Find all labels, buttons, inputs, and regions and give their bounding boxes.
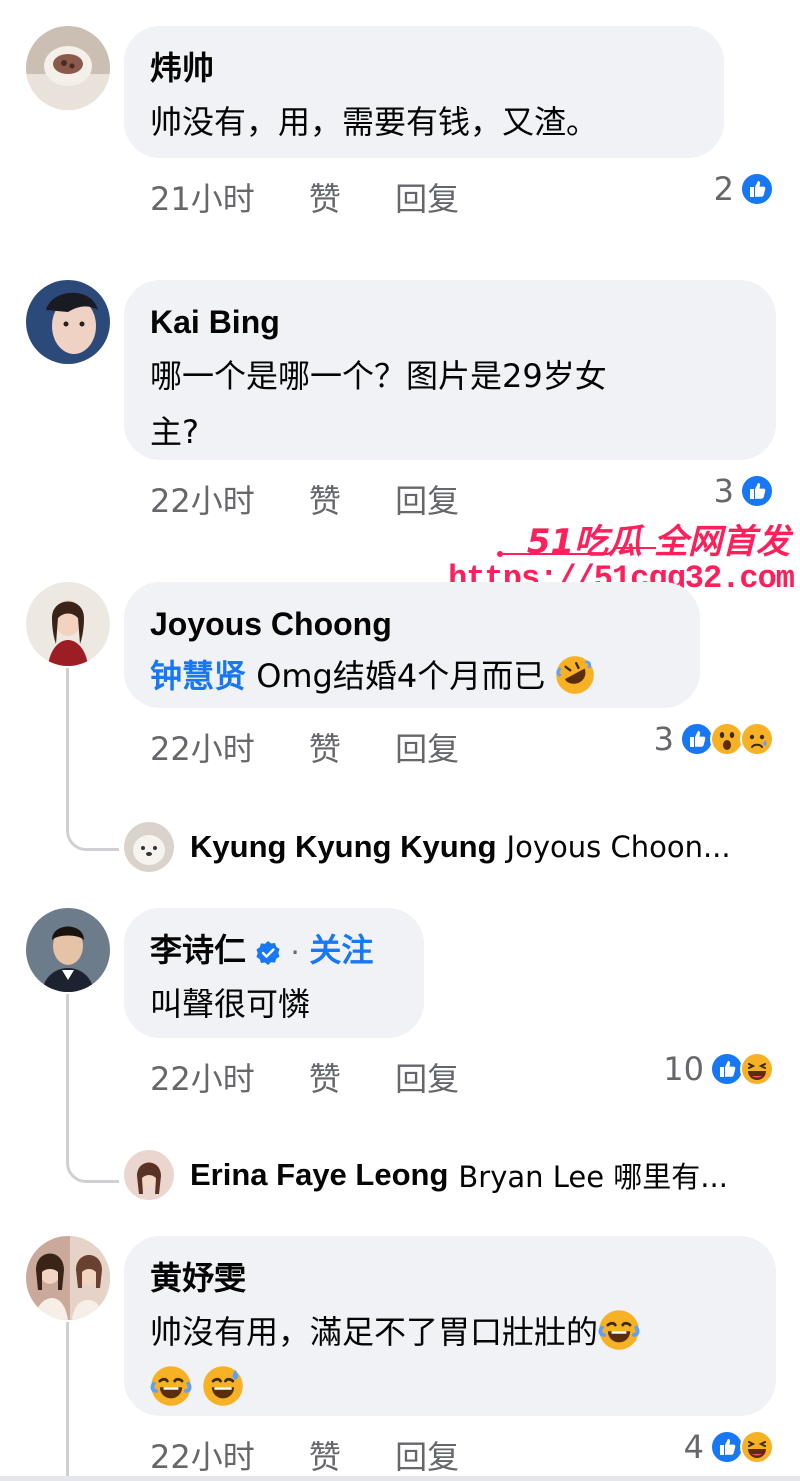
like-icon [740,474,774,508]
reaction-count: 10 [663,1050,704,1088]
reaction-summary[interactable]: 3 [714,472,774,510]
thread-line [66,1322,69,1476]
avatar[interactable] [26,582,110,666]
reply-button[interactable]: 回复 [395,724,459,770]
thread-elbow [66,816,119,851]
like-button[interactable]: 赞 [309,174,341,220]
like-button[interactable]: 赞 [309,476,341,522]
comment-time[interactable]: 22小时 [150,1432,255,1478]
avatar[interactable] [124,822,174,872]
comment-meta: 22小时 赞 回复 [150,1432,503,1478]
comment-bubble: Kai Bing 哪一个是哪一个？图片是29岁女 主? [124,280,776,460]
reply-button[interactable]: 回复 [395,1432,459,1478]
like-icon [740,172,774,206]
comment-text: 叫聲很可憐 [150,985,311,1023]
reaction-count: 3 [653,720,674,758]
like-icon [710,1430,744,1464]
comment-author[interactable]: Kai Bing [150,302,750,342]
comment-author[interactable]: 炜帅 [150,48,698,88]
comment-author[interactable]: 李诗仁 [150,932,246,968]
reaction-summary[interactable]: 3 [654,720,774,758]
avatar[interactable] [26,1236,110,1320]
reply-author[interactable]: Kyung Kyung Kyung [190,829,497,865]
rofl-emoji-icon [555,655,595,695]
comment-bubble: Joyous Choong 钟慧贤 Omg结婚4个月而已 [124,582,700,708]
comment-bubble: 炜帅 帅没有，用，需要有钱，又渣。 [124,26,724,158]
comment-author[interactable]: 黄妤雯 [150,1258,750,1298]
comment-author[interactable]: Joyous Choong [150,604,674,644]
haha-icon [740,1430,774,1464]
reaction-summary[interactable]: 10 [663,1050,774,1088]
comment-bubble: 黄妤雯 帅沒有用，滿足不了胃口壯壯的 [124,1236,776,1416]
comment-meta: 22小时 赞 回复 [150,476,503,522]
comment-text-body: Omg结婚4个月而已 [246,657,546,695]
avatar[interactable] [26,908,110,992]
reaction-count: 2 [713,170,734,208]
avatar[interactable] [26,280,110,364]
joy-emoji-icon [150,1365,192,1407]
reply-button[interactable]: 回复 [395,1054,459,1100]
reaction-summary[interactable]: 2 [714,170,774,208]
avatar[interactable] [26,26,110,110]
comment-bubble: 李诗仁 · 关注 叫聲很可憐 [124,908,424,1038]
comment-text: 帅没有，用，需要有钱，又渣。 [150,103,599,141]
follow-button[interactable]: 关注 [309,932,373,968]
wow-icon [710,722,744,756]
reply-preview-text: Bryan Lee 哪里有... [458,1160,728,1194]
comment-text-line: 主? [150,413,199,451]
reply-preview-text: Joyous Choon... [506,830,731,864]
mention-link[interactable]: 钟慧贤 [150,657,246,695]
comment-time[interactable]: 21小时 [150,174,255,220]
comment-text-body: 帅沒有用，滿足不了胃口壯壯的 [150,1313,599,1351]
thread-elbow [66,1148,119,1183]
comment-time[interactable]: 22小时 [150,1054,255,1100]
comment-meta: 22小时 赞 回复 [150,724,503,770]
like-icon [680,722,714,756]
comment-author-row: 李诗仁 · 关注 [150,930,398,970]
like-button[interactable]: 赞 [309,1054,341,1100]
reply-preview[interactable]: Erina Faye Leong Bryan Lee 哪里有... [124,1150,728,1200]
like-button[interactable]: 赞 [309,1432,341,1478]
comment-meta: 22小时 赞 回复 [150,1054,503,1100]
like-button[interactable]: 赞 [309,724,341,770]
reaction-count: 3 [713,472,734,510]
comment-time[interactable]: 22小时 [150,476,255,522]
comment-text: 帅沒有用，滿足不了胃口壯壯的 [150,1304,750,1360]
reaction-count: 4 [683,1428,704,1466]
separator-dot: · [289,932,301,968]
reply-button[interactable]: 回复 [395,174,459,220]
reaction-summary[interactable]: 4 [684,1428,774,1466]
haha-icon [740,1052,774,1086]
comment-emoji-line [150,1360,750,1416]
like-icon [710,1052,744,1086]
bottom-divider [0,1476,800,1481]
thread-line [66,668,69,818]
comment-time[interactable]: 22小时 [150,724,255,770]
comment-text-line: 哪一个是哪一个？图片是29岁女 [150,357,607,395]
avatar[interactable] [124,1150,174,1200]
watermark-title: 51吃瓜 全网首发 [526,522,790,562]
verified-badge-icon [256,940,280,965]
sweat-smile-emoji-icon [202,1365,244,1407]
comment-meta: 21小时 赞 回复 [150,174,503,220]
joy-emoji-icon [598,1309,640,1351]
comment-text: 钟慧贤 Omg结婚4个月而已 [150,648,674,704]
reply-author[interactable]: Erina Faye Leong [190,1157,448,1193]
reply-button[interactable]: 回复 [395,476,459,522]
reply-preview[interactable]: Kyung Kyung Kyung Joyous Choon... [124,822,731,872]
sad-icon [740,722,774,756]
thread-line [66,994,69,1150]
